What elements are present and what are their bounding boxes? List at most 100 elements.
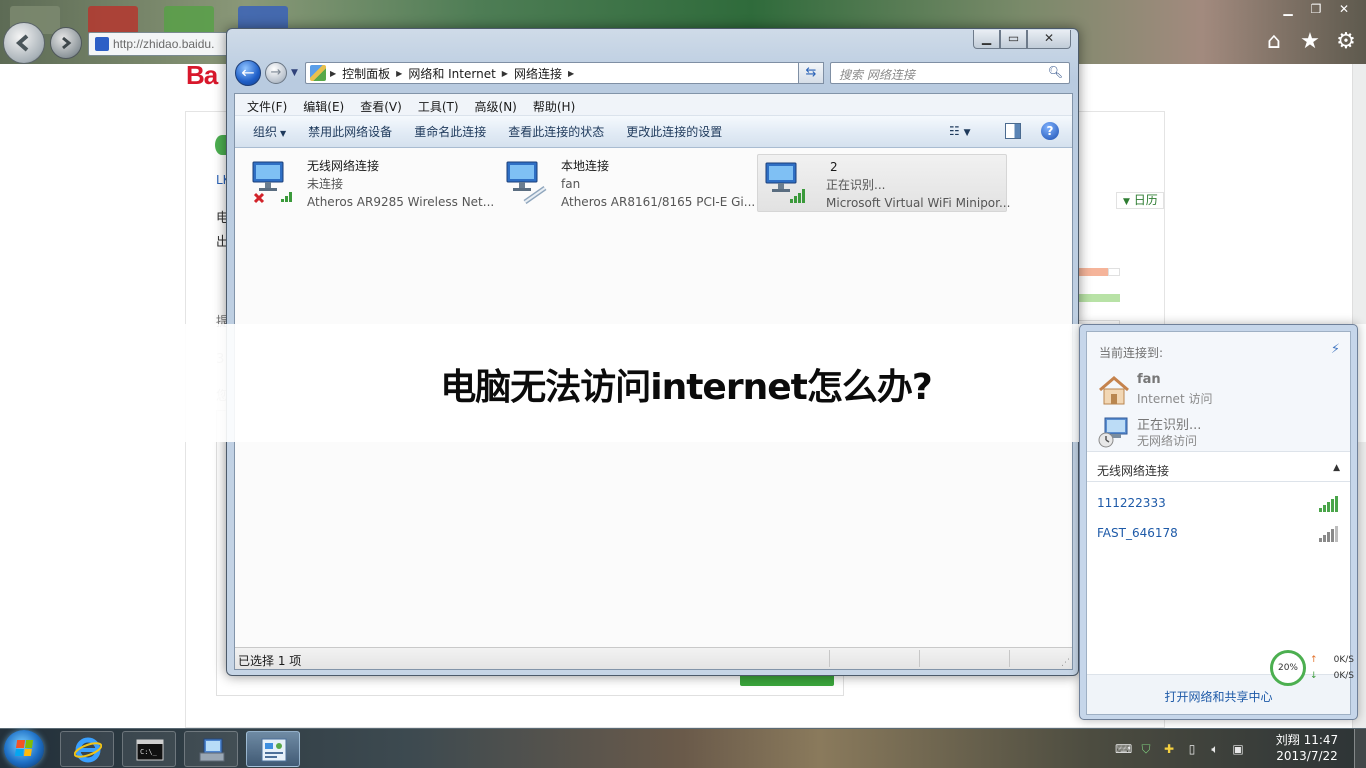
volume-icon[interactable]: 🔈︎ xyxy=(1207,741,1223,757)
organize-label: 组织 xyxy=(253,125,278,139)
system-tray: ⌨ ⛉ ✚ ▯ 🔈︎ ▣ xyxy=(1115,729,1246,768)
browser-tab[interactable] xyxy=(88,6,138,34)
view-options-button[interactable]: ☷ ▼ xyxy=(949,124,989,140)
status-bar: 已选择 1 项 ⋰ xyxy=(235,647,1072,669)
address-bar[interactable]: ▶ 控制面板 ▶ 网络和 Internet ▶ 网络连接 ▶ ▼ xyxy=(305,62,824,84)
breadcrumb-control-panel[interactable]: 控制面板 xyxy=(338,65,394,82)
menu-edit[interactable]: 编辑(E) xyxy=(295,94,352,115)
breadcrumb-arrow-icon[interactable]: ▶ xyxy=(328,69,338,78)
connection-item-local[interactable]: 本地连接 fan Atheros AR8161/8165 PCI-E Gi... xyxy=(493,154,755,212)
taskbar-cmd-button[interactable]: C:\_ xyxy=(122,731,176,767)
connection-status: fan xyxy=(561,177,581,191)
stat-bar xyxy=(1108,268,1120,276)
caret-down-icon: ▼ xyxy=(1123,197,1130,207)
refresh-button[interactable]: ⇆ xyxy=(798,62,824,84)
taskbar-control-panel-button[interactable] xyxy=(246,731,300,767)
preview-pane-button[interactable] xyxy=(1005,123,1021,139)
show-desktop-button[interactable] xyxy=(1354,729,1366,768)
home-icon[interactable]: ⌂ xyxy=(1262,30,1286,54)
wireless-connected-icon xyxy=(765,162,805,203)
arrow-up-icon: ↑ xyxy=(1310,655,1318,665)
security-shield-icon[interactable]: ⛉ xyxy=(1138,741,1154,757)
connection-name: 本地连接 xyxy=(561,159,610,173)
wireless-disconnected-icon xyxy=(252,161,292,204)
menu-tools[interactable]: 工具(T) xyxy=(410,94,467,115)
change-settings-button[interactable]: 更改此连接的设置 xyxy=(618,123,736,140)
help-button[interactable]: ? xyxy=(1041,122,1059,140)
open-network-center-link[interactable]: 打开网络和共享中心 xyxy=(1087,688,1350,705)
browser-toolbar-icons: ⌂ ★ ⚙ xyxy=(1262,30,1358,54)
wireless-section-header[interactable]: 无线网络连接 ▲ xyxy=(1087,458,1350,482)
status-divider xyxy=(919,650,920,667)
browser-restore-button[interactable]: ❐ xyxy=(1302,0,1330,18)
close-button[interactable]: ✕ xyxy=(1027,30,1071,49)
browser-close-button[interactable]: ✕ xyxy=(1330,0,1358,18)
breadcrumb-network-connections[interactable]: 网络连接 xyxy=(510,65,566,82)
back-button[interactable]: ← xyxy=(235,60,261,86)
windows-logo-icon xyxy=(14,740,34,756)
connection-device: Microsoft Virtual WiFi Minipor... xyxy=(826,196,1011,210)
browser-tab[interactable] xyxy=(164,6,214,34)
upload-speed-value: 0K/S xyxy=(1333,655,1354,665)
browser-minimize-button[interactable]: ▁ xyxy=(1274,0,1302,18)
refresh-icon[interactable]: ⚡ xyxy=(1331,342,1340,357)
back-arrow-icon xyxy=(15,34,29,52)
resize-grip-icon[interactable]: ⋰ xyxy=(1061,658,1070,668)
current-connection-item[interactable]: 正在识别... 无网络访问 xyxy=(1097,414,1337,454)
network-tray-icon[interactable]: ▣ xyxy=(1230,741,1246,757)
antivirus-plus-icon[interactable]: ✚ xyxy=(1161,741,1177,757)
menu-file[interactable]: 文件(F) xyxy=(239,94,295,115)
breadcrumb-arrow-icon[interactable]: ▶ xyxy=(500,69,510,78)
chevron-up-icon[interactable]: ▲ xyxy=(1333,463,1340,473)
network-adapter-icon xyxy=(199,738,225,762)
internet-explorer-icon xyxy=(74,737,102,763)
rename-connection-button[interactable]: 重命名此连接 xyxy=(406,123,500,140)
taskbar-network-button[interactable] xyxy=(184,731,238,767)
wifi-ssid: FAST_646178 xyxy=(1097,526,1178,540)
menu-advanced[interactable]: 高级(N) xyxy=(467,94,525,115)
view-status-button[interactable]: 查看此连接的状态 xyxy=(500,123,618,140)
menu-view[interactable]: 查看(V) xyxy=(352,94,410,115)
recent-pages-dropdown[interactable]: ▼ xyxy=(291,68,298,78)
taskbar-ie-button[interactable] xyxy=(60,731,114,767)
wifi-network-item[interactable]: 111222333 xyxy=(1087,490,1350,518)
clock-time: 刘翔 11:47 xyxy=(1275,733,1339,747)
wireless-section-title: 无线网络连接 xyxy=(1097,464,1170,478)
current-connections: 当前连接到: ⚡ fan Internet 访问 正在识别... 无网络访问 xyxy=(1087,332,1350,452)
chevron-down-icon: ▼ xyxy=(280,129,287,138)
start-button[interactable] xyxy=(4,730,44,768)
favorites-star-icon[interactable]: ★ xyxy=(1298,30,1322,54)
wifi-network-item[interactable]: FAST_646178 xyxy=(1087,520,1350,548)
unidentified-network-icon xyxy=(1098,417,1128,448)
minimize-button[interactable]: ▁ xyxy=(973,30,1000,49)
status-divider xyxy=(1009,650,1010,667)
current-connection-item[interactable]: fan Internet 访问 xyxy=(1097,372,1337,412)
browser-back-button[interactable] xyxy=(3,22,45,64)
taskbar-clock[interactable]: 刘翔 11:47 2013/7/22 xyxy=(1272,732,1342,764)
connection-status: 未连接 xyxy=(307,177,344,191)
command-bar: 组织 ▼ 禁用此网络设备 重命名此连接 查看此连接的状态 更改此连接的设置 ☷ ▼… xyxy=(235,116,1072,148)
browser-forward-button[interactable] xyxy=(50,27,82,59)
calendar-link[interactable]: ▼ 日历 xyxy=(1116,192,1164,209)
baidu-logo[interactable]: Ba xyxy=(186,60,218,91)
calendar-label: 日历 xyxy=(1133,193,1158,207)
connection-name: 无线网络连接 xyxy=(307,159,380,173)
connection-item-virtual-wifi[interactable]: 2 正在识别... Microsoft Virtual WiFi Minipor… xyxy=(757,154,1011,212)
keyboard-icon[interactable]: ⌨ xyxy=(1115,741,1132,757)
breadcrumb-arrow-icon[interactable]: ▶ xyxy=(394,69,404,78)
connection-name: 2 xyxy=(830,160,838,174)
search-input[interactable]: 搜索 网络连接 🔍︎ xyxy=(830,62,1070,84)
organize-button[interactable]: 组织 ▼ xyxy=(245,123,300,140)
search-icon[interactable]: 🔍︎ xyxy=(1048,65,1063,79)
usb-device-icon[interactable]: ▯ xyxy=(1184,741,1200,757)
forward-button[interactable]: → xyxy=(265,62,287,84)
connection-item-wireless[interactable]: 无线网络连接 未连接 Atheros AR9285 Wireless Net..… xyxy=(239,154,494,212)
settings-gear-icon[interactable]: ⚙ xyxy=(1334,30,1358,54)
breadcrumb-arrow-icon[interactable]: ▶ xyxy=(566,69,576,78)
maximize-button[interactable]: ▭ xyxy=(1000,30,1027,49)
network-speed-meter[interactable]: 20% ↑ 0K/S ↓ 0K/S xyxy=(1270,650,1356,686)
control-panel-icon xyxy=(261,738,287,762)
menu-help[interactable]: 帮助(H) xyxy=(525,94,583,115)
disable-device-button[interactable]: 禁用此网络设备 xyxy=(300,123,406,140)
breadcrumb-network-internet[interactable]: 网络和 Internet xyxy=(404,65,499,82)
